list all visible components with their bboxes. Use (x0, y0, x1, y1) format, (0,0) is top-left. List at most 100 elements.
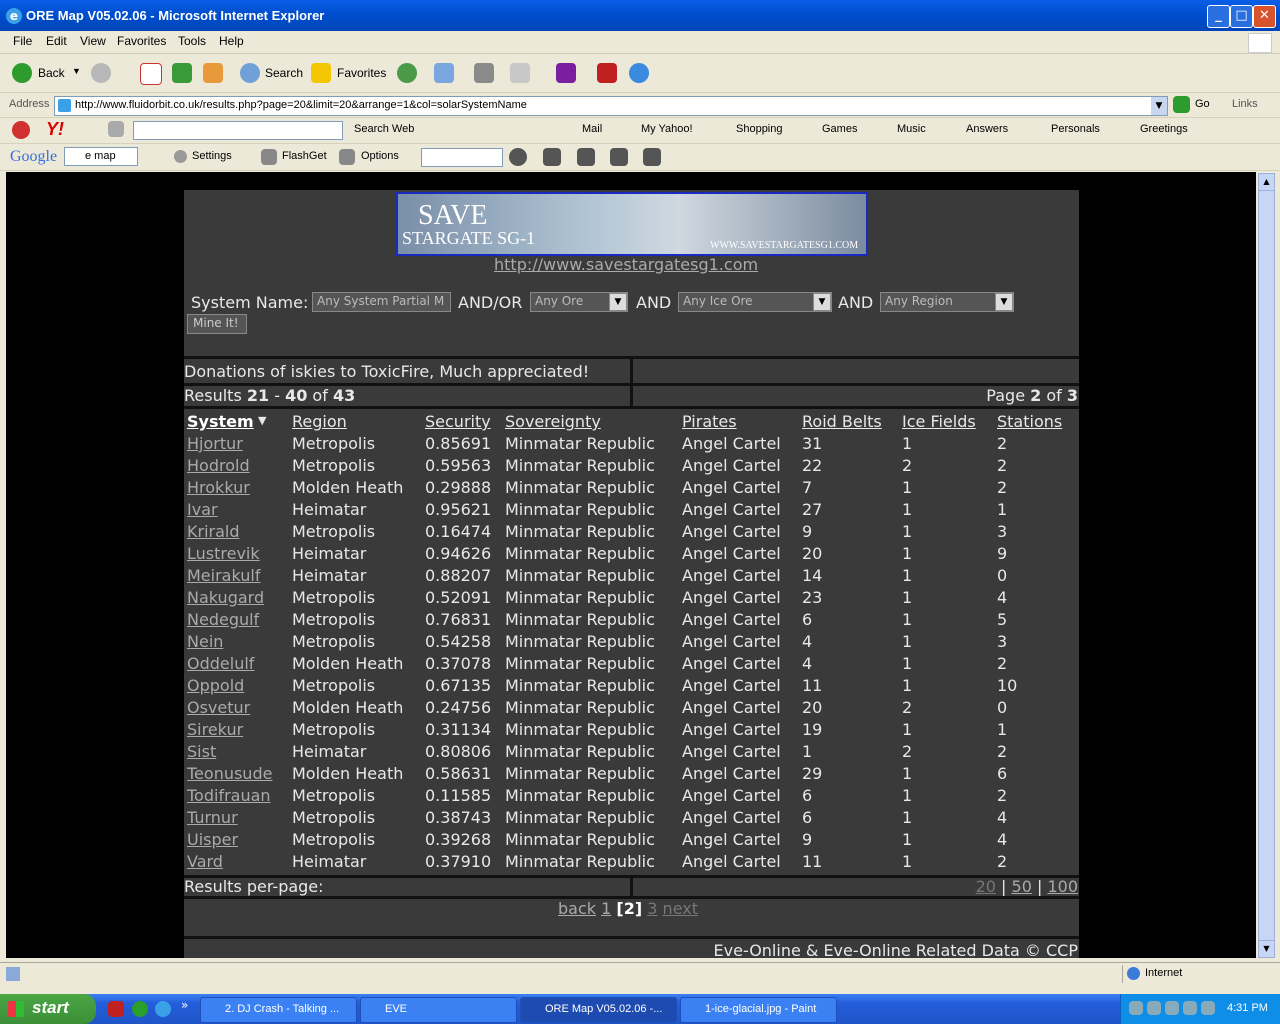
menu-help[interactable]: Help (219, 34, 244, 48)
flashget-small-icon[interactable] (261, 149, 277, 165)
quicklaunch-flashget-icon[interactable] (108, 1001, 124, 1017)
edit-icon[interactable] (510, 63, 530, 83)
settings-icon[interactable] (174, 150, 187, 163)
search-icon[interactable] (240, 63, 260, 83)
menu-edit[interactable]: Edit (46, 34, 67, 48)
stop-icon[interactable] (140, 63, 162, 85)
tools-icon[interactable] (577, 148, 595, 166)
menu-favorites[interactable]: Favorites (117, 34, 166, 48)
yahoo-messenger-icon[interactable] (556, 63, 576, 83)
cell-system[interactable]: Vard (187, 852, 223, 871)
cell-system[interactable]: Krirald (187, 522, 240, 541)
options-icon[interactable] (339, 149, 355, 165)
yahoo-mail-button[interactable]: Mail (582, 123, 602, 135)
greetings-button[interactable]: Greetings (1140, 123, 1188, 135)
volume-icon[interactable] (1201, 1001, 1215, 1015)
yahoo-logo-icon[interactable] (12, 121, 30, 139)
cell-system[interactable]: Oddelulf (187, 654, 254, 673)
my-yahoo-button[interactable]: My Yahoo! (641, 123, 693, 135)
address-field[interactable]: http://www.fluidorbit.co.uk/results.php?… (54, 96, 1168, 116)
quicklaunch-ie-icon[interactable] (155, 1001, 171, 1017)
pager-back[interactable]: back (558, 899, 596, 918)
favorites-button[interactable]: Favorites (337, 66, 386, 80)
col-sovereignty[interactable]: Sovereignty (505, 412, 601, 431)
cell-system[interactable]: Nein (187, 632, 223, 651)
cell-system[interactable]: Sirekur (187, 720, 243, 739)
chevron-down-icon[interactable]: ▼ (609, 293, 627, 311)
cell-system[interactable]: Nedegulf (187, 610, 259, 629)
cell-system[interactable]: Todifrauan (187, 786, 271, 805)
banner-image[interactable]: SAVE STARGATE SG-1 WWW.SAVESTARGATESG1.C… (396, 192, 868, 256)
menu-tools[interactable]: Tools (178, 34, 206, 48)
back-dropdown-icon[interactable]: ▼ (72, 66, 81, 76)
pager-next[interactable]: next (663, 899, 698, 918)
fullscreen-icon[interactable] (543, 148, 561, 166)
banner-link[interactable]: http://www.savestargatesg1.com (494, 255, 758, 274)
scroll-down-icon[interactable]: ▼ (1258, 940, 1275, 958)
back-button[interactable]: Back (38, 66, 65, 80)
messenger-icon[interactable] (629, 63, 649, 83)
start-button[interactable]: start (0, 994, 96, 1024)
cell-system[interactable]: Turnur (187, 808, 238, 827)
cell-system[interactable]: Uisper (187, 830, 238, 849)
per-page-100[interactable]: 100 (1047, 877, 1078, 896)
cell-system[interactable]: Osvetur (187, 698, 250, 717)
col-roid-belts[interactable]: Roid Belts (802, 412, 882, 431)
settings-button[interactable]: Settings (192, 150, 232, 162)
scroll-thumb[interactable] (1258, 190, 1275, 941)
address-url[interactable]: http://www.fluidorbit.co.uk/results.php?… (75, 99, 527, 111)
ore-select[interactable]: Any Ore ▼ (530, 292, 628, 312)
games-button[interactable]: Games (822, 123, 857, 135)
system-name-input[interactable]: Any System Partial M (312, 292, 451, 312)
col-pirates[interactable]: Pirates (682, 412, 737, 431)
back-arrow-icon[interactable] (12, 63, 32, 83)
address-dropdown-icon[interactable]: ▼ (1151, 97, 1167, 115)
tray-icon[interactable] (1183, 1001, 1197, 1015)
region-select[interactable]: Any Region ▼ (880, 292, 1014, 312)
shopping-button[interactable]: Shopping (736, 123, 783, 135)
chevron-down-icon[interactable]: ▼ (813, 293, 831, 311)
menu-file[interactable]: File (13, 34, 32, 48)
cell-system[interactable]: Hrokkur (187, 478, 250, 497)
task-ore-map[interactable]: ORE Map V05.02.06 -... (520, 997, 677, 1023)
flashget-button[interactable]: FlashGet (282, 150, 327, 162)
per-page-20[interactable]: 20 (976, 877, 996, 896)
pencil-icon[interactable] (108, 121, 124, 137)
cell-system[interactable]: Lustrevik (187, 544, 260, 563)
task-eve[interactable]: EVE (360, 997, 517, 1023)
flashget-icon[interactable] (597, 63, 617, 83)
search-web-button[interactable]: Search Web (354, 123, 414, 135)
cell-system[interactable]: Hodrold (187, 456, 250, 475)
close-button[interactable]: ✕ (1253, 5, 1276, 28)
google-search-value[interactable]: e map (85, 150, 116, 162)
cell-system[interactable]: Meirakulf (187, 566, 260, 585)
personals-button[interactable]: Personals (1051, 123, 1100, 135)
zoom-icon[interactable] (509, 148, 527, 166)
house-icon[interactable] (643, 148, 661, 166)
task-winamp[interactable]: 2. DJ Crash - Talking ... (200, 997, 357, 1023)
per-page-50[interactable]: 50 (1012, 877, 1032, 896)
yahoo-search-input[interactable] (133, 121, 343, 140)
col-region[interactable]: Region (292, 412, 347, 431)
cell-system[interactable]: Sist (187, 742, 216, 761)
quicklaunch-more-icon[interactable]: » (181, 998, 188, 1012)
forward-arrow-icon[interactable] (91, 63, 111, 83)
cell-system[interactable]: Nakugard (187, 588, 264, 607)
google-search-input[interactable]: e map (64, 147, 138, 166)
favorites-star-icon[interactable] (311, 63, 331, 83)
answers-button[interactable]: Answers (966, 123, 1008, 135)
col-stations[interactable]: Stations (997, 412, 1062, 431)
go-arrow-icon[interactable] (1173, 96, 1190, 113)
google-logo[interactable]: Google (10, 148, 57, 166)
vertical-scrollbar[interactable]: ▲ ▼ (1257, 172, 1275, 958)
search-button[interactable]: Search (265, 66, 303, 80)
yahoo-y-icon[interactable]: Y! (46, 119, 64, 140)
tray-icon[interactable] (1165, 1001, 1179, 1015)
cell-system[interactable]: Teonusude (187, 764, 272, 783)
col-ice-fields[interactable]: Ice Fields (902, 412, 976, 431)
chevron-down-icon[interactable]: ▼ (995, 293, 1013, 311)
quicklaunch-media-icon[interactable] (132, 1001, 148, 1017)
download-icon[interactable] (610, 148, 628, 166)
options-button[interactable]: Options (361, 150, 399, 162)
maximize-button[interactable]: □ (1230, 5, 1253, 28)
